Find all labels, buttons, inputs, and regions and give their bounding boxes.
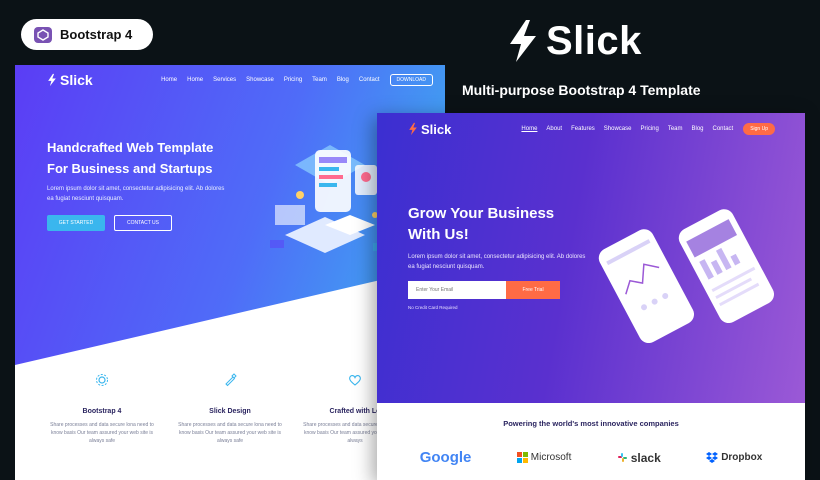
left-logo-text: Slick [60, 72, 93, 88]
bolt-icon [510, 20, 536, 62]
right-logo-text: Slick [421, 121, 452, 137]
powering-heading: Powering the world's most innovative com… [503, 419, 679, 428]
phones-illustration [598, 209, 775, 343]
right-menu-item[interactable]: Showcase [604, 126, 632, 132]
right-logo[interactable]: Slick [408, 122, 451, 137]
microsoft-icon [516, 452, 528, 463]
google-logo: Google [420, 449, 472, 466]
left-hero-paragraph: Lorem ipsum dolor sit amet, consectetur … [47, 186, 225, 202]
right-menu-item[interactable]: Team [668, 126, 683, 132]
left-heading-line2: For Business and Startups [47, 161, 213, 176]
left-menu-item[interactable]: Showcase [246, 77, 274, 83]
brand-name: Slick [546, 18, 642, 63]
left-hero-heading: Handcrafted Web Template For Business an… [47, 137, 247, 179]
left-navbar: Slick Home Home Services Showcase Pricin… [15, 65, 445, 95]
left-menu-item[interactable]: Home [161, 77, 177, 83]
right-menu-item[interactable]: Pricing [640, 126, 658, 132]
badge-label: Bootstrap 4 [60, 27, 133, 42]
feature-title: Slick Design [209, 408, 251, 415]
bolt-icon [48, 73, 56, 87]
feature-title: Bootstrap 4 [82, 408, 122, 415]
get-started-button[interactable]: GET STARTED [47, 215, 105, 231]
right-menu-item[interactable]: Blog [692, 126, 704, 132]
dropbox-wordmark: Dropbox [721, 452, 763, 463]
right-navbar: Slick Home About Features Showcase Prici… [377, 113, 805, 145]
microsoft-logo: Microsoft [516, 452, 572, 463]
feature-text: Share processes and data secure lona nee… [178, 422, 282, 444]
right-menu-item[interactable]: Home [521, 126, 537, 132]
no-credit-card-note: No Credit Card Required [408, 305, 458, 310]
bolt-icon [409, 122, 417, 136]
sign-up-button[interactable]: Sign Up [743, 123, 775, 135]
left-menu-item[interactable]: Home [187, 77, 203, 83]
slack-logo: slack [617, 451, 661, 465]
dropbox-logo: Dropbox [706, 452, 762, 463]
pen-icon [225, 373, 237, 387]
right-menu: Home About Features Showcase Pricing Tea… [521, 126, 733, 132]
right-menu-item[interactable]: About [546, 126, 562, 132]
feature-text: Share processes and data secure lona nee… [50, 422, 154, 444]
bootstrap-badge: Bootstrap 4 [21, 19, 153, 50]
right-menu-item[interactable]: Contact [713, 126, 734, 132]
left-menu-item[interactable]: Pricing [284, 77, 302, 83]
bootstrap-icon [34, 26, 52, 43]
contact-us-button[interactable]: CONTACT US [114, 215, 172, 231]
signup-form: Free Trial [408, 281, 560, 299]
brand: Slick [506, 18, 642, 64]
stage: Bootstrap 4 Slick Multi-purpose Bootstra… [0, 0, 820, 480]
email-input[interactable] [408, 281, 506, 299]
gear-icon [96, 374, 108, 386]
company-logos: Google Microsoft slack Dropbox [377, 449, 805, 466]
left-menu-item[interactable]: Team [312, 77, 327, 83]
left-logo[interactable]: Slick [47, 72, 93, 88]
feature-card: Slick Design Share processes and data se… [175, 373, 285, 445]
download-button[interactable]: DOWNLOAD [389, 74, 433, 86]
dropbox-icon [706, 452, 719, 463]
right-menu-item[interactable]: Features [571, 126, 595, 132]
left-menu: Home Home Services Showcase Pricing Team… [161, 77, 379, 83]
right-heading-line2: With Us! [408, 226, 469, 243]
slack-wordmark: slack [630, 450, 661, 465]
right-hero-paragraph: Lorem ipsum dolor sit amet, consectetur … [408, 254, 586, 270]
right-hero-heading: Grow Your Business With Us! [408, 203, 608, 245]
heart-icon [349, 375, 361, 386]
feature-card: Bootstrap 4 Share processes and data sec… [47, 373, 157, 445]
google-wordmark: Google [419, 449, 472, 466]
slack-icon [617, 453, 627, 462]
free-trial-button[interactable]: Free Trial [506, 281, 560, 299]
brand-tagline: Multi-purpose Bootstrap 4 Template [462, 82, 701, 98]
microsoft-wordmark: Microsoft [530, 452, 572, 463]
left-heading-line1: Handcrafted Web Template [47, 140, 214, 155]
left-menu-item[interactable]: Contact [359, 77, 380, 83]
screenshot-right: Slick Home About Features Showcase Prici… [377, 113, 805, 480]
left-menu-item[interactable]: Blog [337, 77, 349, 83]
left-menu-item[interactable]: Services [213, 77, 236, 83]
right-heading-line1: Grow Your Business [408, 205, 555, 222]
